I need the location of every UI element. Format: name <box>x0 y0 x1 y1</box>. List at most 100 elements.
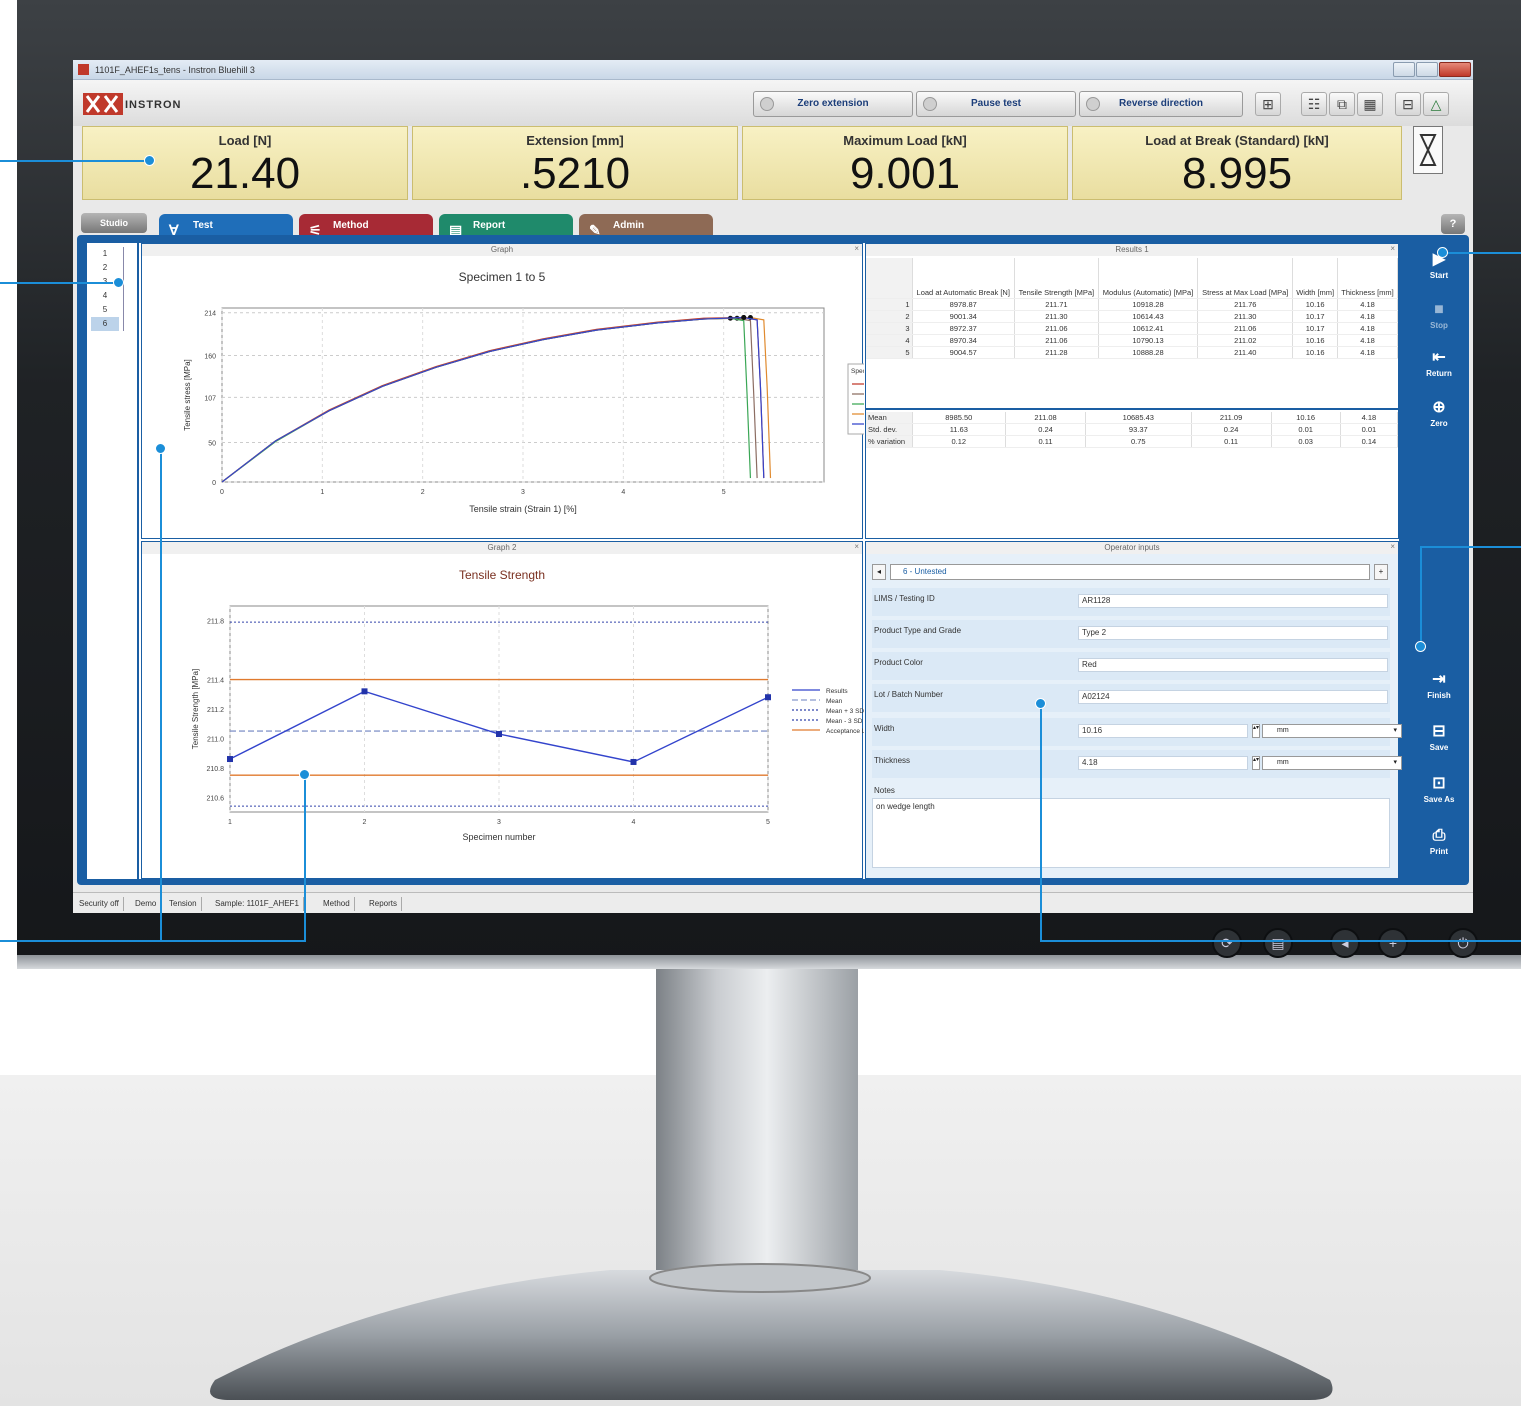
calibration-icon[interactable]: ▦ <box>1357 92 1383 116</box>
table-cell: 211.06 <box>1014 322 1099 335</box>
series-line-4 <box>221 316 772 483</box>
fixture-icon[interactable]: ⊞ <box>1255 92 1281 116</box>
monitor-minus-button[interactable]: ◂ <box>1330 928 1360 958</box>
close-icon[interactable]: × <box>1390 244 1395 253</box>
product-color-input[interactable]: Red <box>1078 658 1388 672</box>
workspace-inner: 1 2 3 4 5 6 Graph × Specimen 1 to 5 0501… <box>87 243 1402 880</box>
stop-button[interactable]: ■ Stop <box>1409 299 1469 345</box>
stats-row: Std. dev. 11.63 0.24 93.37 0.24 0.01 0.01 <box>866 423 1399 436</box>
maximize-button[interactable] <box>1416 62 1438 77</box>
width-unit-select[interactable]: mm ▾ <box>1262 724 1402 738</box>
save-button[interactable]: ⊟ Save <box>1409 721 1469 767</box>
table-row[interactable]: 4 8970.34 211.06 10790.13 211.02 10.16 4.18 <box>866 334 1398 347</box>
status-sample[interactable]: Sample: 1101F_AHEF1 <box>211 897 304 911</box>
status-tension[interactable]: Tension <box>165 897 202 911</box>
graph2-chart[interactable]: 211.8 211.4 211.2 211.0 210.8 210.6 1 2 3 4 5 Speci… <box>142 542 864 880</box>
graph1-chart[interactable]: 0 50 107 160 214 0 1 2 3 4 5 Tensile strain (Strain… <box>142 244 864 540</box>
y-axis-label: Tensile Strength [MPa] <box>191 669 200 749</box>
thickness-input[interactable]: 4.18 <box>1078 756 1248 770</box>
results-column-header[interactable]: Stress at Max Load [MPa] <box>1197 258 1294 299</box>
y-tick-label: 50 <box>208 440 216 447</box>
zero-extension-button[interactable]: Zero extension <box>753 91 913 117</box>
status-demo[interactable]: Demo <box>131 897 162 911</box>
graph2-panel: Graph 2 × Tensile Strength 211.8 211.4 211… <box>141 541 864 880</box>
reverse-direction-button[interactable]: Reverse direction <box>1079 91 1243 117</box>
readout-extension[interactable]: Extension [mm] .5210 <box>412 126 738 200</box>
specimen-selector[interactable]: 6 - Untested <box>890 564 1370 580</box>
previous-specimen-icon[interactable]: ◂ <box>872 564 886 580</box>
product-type-input[interactable]: Type 2 <box>1078 626 1388 640</box>
results-column-header[interactable]: Width [mm] <box>1292 258 1339 299</box>
help-button[interactable]: ? <box>1441 214 1465 234</box>
x-tick-label: 1 <box>228 819 232 826</box>
add-specimen-icon[interactable]: + <box>1374 564 1388 580</box>
lims-id-input[interactable]: AR1128 <box>1078 594 1388 608</box>
table-cell: 8972.37 <box>912 322 1015 335</box>
logo-text: INSTRON <box>125 99 182 111</box>
callout-line-graph2 <box>304 774 306 942</box>
transducer-icon[interactable]: ☷ <box>1301 92 1327 116</box>
specimen-list-scrollbar[interactable] <box>123 247 135 331</box>
return-button[interactable]: ⇤ Return <box>1409 347 1469 393</box>
table-cell: 0.12 <box>912 435 1007 448</box>
close-icon[interactable]: × <box>1390 542 1395 551</box>
readout-load[interactable]: Load [N] 21.40 <box>82 126 408 200</box>
results-header-row: Load at Automatic Break [N] Tensile Stre… <box>866 258 1398 299</box>
table-cell: 0.75 <box>1085 435 1192 448</box>
monitor-source-button[interactable]: ⟳ <box>1212 928 1242 958</box>
table-cell: 10612.41 <box>1098 322 1199 335</box>
pause-test-button[interactable]: Pause test <box>916 91 1076 117</box>
monitor-menu-button[interactable]: ▤ <box>1263 928 1293 958</box>
finish-button[interactable]: ⇥ Finish <box>1409 669 1469 715</box>
readout-maximum-load[interactable]: Maximum Load [kN] 9.001 <box>742 126 1068 200</box>
close-button[interactable] <box>1439 62 1471 77</box>
specimen-list-item[interactable]: 5 <box>91 303 119 317</box>
system-icon[interactable]: ⊟ <box>1395 92 1421 116</box>
thickness-spinner-icon[interactable]: ▴▾ <box>1252 756 1260 770</box>
specimen-list-item-selected[interactable]: 6 <box>91 317 119 331</box>
results-column-header[interactable]: Thickness [mm] <box>1337 258 1398 299</box>
monitor-stand-base <box>210 1263 1333 1400</box>
hourglass-icon[interactable] <box>1413 126 1443 174</box>
callout-dot-graph1 <box>155 443 166 454</box>
table-row[interactable]: 5 9004.57 211.28 10888.28 211.40 10.16 4.18 <box>866 346 1398 359</box>
status-method[interactable]: Method <box>319 897 355 911</box>
results-column-header[interactable]: Tensile Strength [MPa] <box>1014 258 1099 299</box>
window-titlebar: 1101F_AHEF1s_tens - Instron Bluehill 3 <box>73 60 1473 80</box>
lot-number-input[interactable]: A02124 <box>1078 690 1388 704</box>
warning-icon[interactable]: △ <box>1423 92 1449 116</box>
save-as-button[interactable]: ⊡ Save As <box>1409 773 1469 819</box>
x-tick-label: 4 <box>621 489 625 496</box>
readout-load-at-break[interactable]: Load at Break (Standard) [kN] 8.995 <box>1072 126 1402 200</box>
results-corner-cell <box>866 258 913 299</box>
specimen-list-item[interactable]: 2 <box>91 261 119 275</box>
x-axis-label: Tensile strain (Strain 1) [%] <box>469 504 577 514</box>
table-cell: 4.18 <box>1340 412 1399 424</box>
thickness-unit-select[interactable]: mm ▾ <box>1262 756 1402 770</box>
table-row[interactable]: 3 8972.37 211.06 10612.41 211.06 10.17 4.18 <box>866 322 1398 335</box>
tab-label: Method <box>333 220 369 231</box>
print-button[interactable]: ⎙ Print <box>1409 825 1469 871</box>
studio-button[interactable]: Studio <box>81 213 147 233</box>
notes-textarea[interactable]: on wedge length <box>872 798 1390 868</box>
specimen-list-item[interactable]: 1 <box>91 247 119 261</box>
results-column-header[interactable]: Modulus (Automatic) [MPa] <box>1098 258 1199 299</box>
callout-line-graphs <box>0 940 306 942</box>
table-row[interactable]: 1 8978.87 211.71 10918.28 211.76 10.16 4.18 <box>866 298 1398 311</box>
specimen-list-item[interactable]: 4 <box>91 289 119 303</box>
monitor-power-button[interactable]: ⏻ <box>1448 928 1478 958</box>
table-row[interactable]: 2 9001.34 211.30 10614.43 211.30 10.17 4.18 <box>866 310 1398 323</box>
width-spinner-icon[interactable]: ▴▾ <box>1252 724 1260 738</box>
zero-button[interactable]: ⊕ Zero <box>1409 397 1469 443</box>
table-cell: 4.18 <box>1337 334 1398 347</box>
readout-label: Load [N] <box>218 133 272 148</box>
results-column-header[interactable]: Load at Automatic Break [N] <box>912 258 1015 299</box>
results-point <box>630 758 637 765</box>
width-input[interactable]: 10.16 <box>1078 724 1248 738</box>
monitor-plus-button[interactable]: + <box>1378 928 1408 958</box>
status-security[interactable]: Security off <box>75 897 124 911</box>
grips-icon[interactable]: ⧉ <box>1329 92 1355 116</box>
table-cell: 211.06 <box>1014 334 1099 347</box>
status-reports[interactable]: Reports <box>365 897 403 911</box>
minimize-button[interactable] <box>1393 62 1415 77</box>
